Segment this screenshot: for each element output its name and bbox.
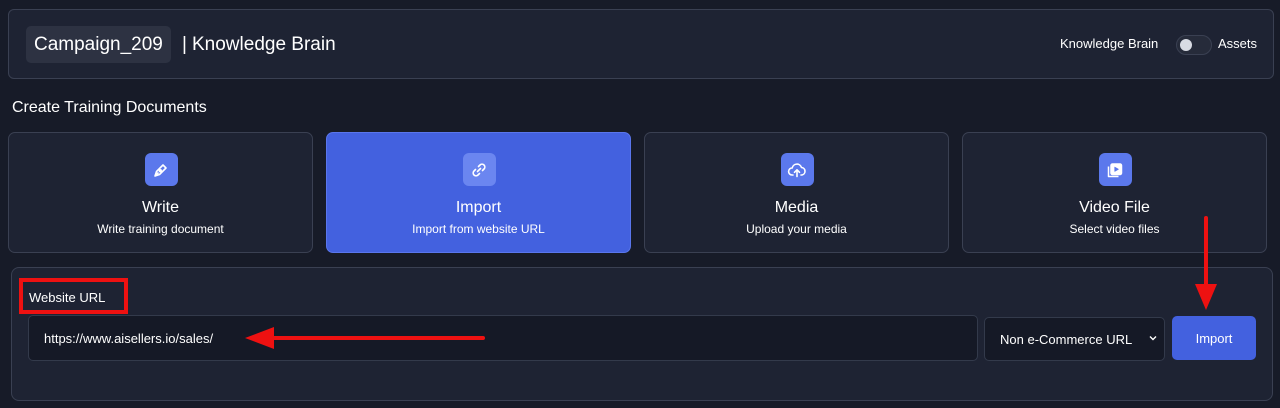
section-title: Create Training Documents	[12, 99, 207, 116]
toggle-knob	[1180, 39, 1192, 51]
website-url-input[interactable]	[28, 315, 978, 361]
card-write[interactable]: Write Write training document	[8, 132, 313, 253]
link-icon	[462, 153, 496, 186]
card-subtitle: Upload your media	[746, 222, 847, 236]
campaign-name: Campaign_209	[26, 26, 171, 63]
video-file-icon	[1098, 153, 1132, 186]
url-type-select-value: Non e-Commerce URL	[1000, 332, 1133, 347]
import-button[interactable]: Import	[1172, 316, 1256, 360]
website-url-label: Website URL	[29, 290, 106, 305]
card-title: Write	[141, 199, 180, 216]
card-video-file[interactable]: Video File Select video files	[962, 132, 1267, 253]
card-media[interactable]: Media Upload your media	[644, 132, 949, 253]
pen-icon	[144, 153, 178, 186]
card-subtitle: Import from website URL	[412, 222, 545, 236]
toggle-label-assets: Assets	[1218, 36, 1258, 51]
cloud-upload-icon	[780, 153, 814, 186]
card-subtitle: Select video files	[1069, 222, 1160, 236]
page-title: Knowledge Brain	[192, 34, 336, 55]
card-title: Import	[455, 199, 502, 216]
url-type-select[interactable]: Non e-Commerce URL	[984, 317, 1165, 361]
card-title: Video File	[1079, 199, 1150, 216]
card-subtitle: Write training document	[97, 222, 224, 236]
view-toggle[interactable]	[1176, 35, 1212, 55]
card-import[interactable]: Import Import from website URL	[326, 132, 631, 253]
chevron-down-icon	[1149, 336, 1157, 341]
header-separator: |	[182, 34, 187, 55]
page-header: Campaign_209 | Knowledge Brain Knowledge…	[8, 9, 1274, 79]
card-title: Media	[774, 199, 819, 216]
toggle-label-knowledge-brain: Knowledge Brain	[1060, 36, 1159, 51]
